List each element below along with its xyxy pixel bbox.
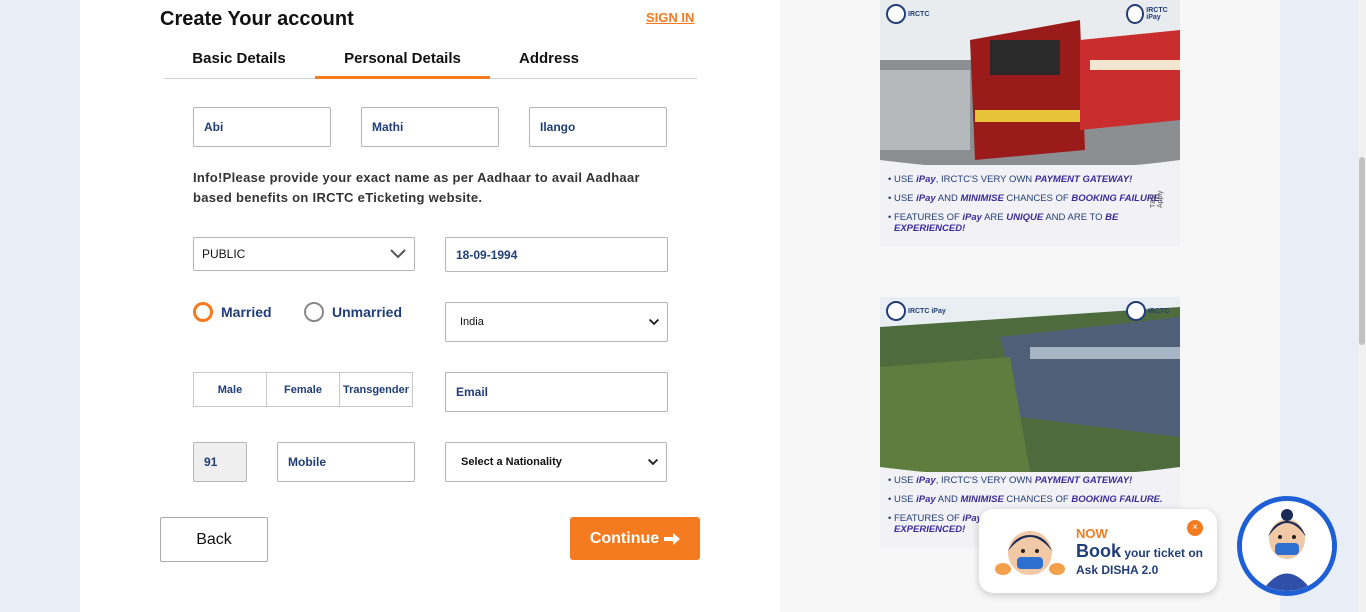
radio-unselected-icon [304,302,324,322]
train-platform-photo [880,0,1180,165]
disha-chatbot-avatar[interactable] [1237,496,1337,596]
ad-line-2: • USE iPay AND MINIMISE CHANCES OF BOOKI… [888,494,1163,505]
disha-promo-card[interactable]: NOW Book your ticket on Ask DISHA 2.0 × [979,509,1217,593]
radio-selected-icon [193,302,213,322]
email-field[interactable]: Email [445,372,668,412]
ad-line-1: • USE iPay, IRCTC'S VERY OWN PAYMENT GAT… [888,174,1133,185]
continue-button[interactable]: Continue [570,517,700,560]
married-radio[interactable]: Married [193,302,272,322]
tab-bar: Basic Details Personal Details Address [164,40,697,79]
ad-line-2: • USE iPay AND MINIMISE CHANCES OF BOOKI… [888,193,1163,204]
sign-in-link[interactable]: SIGN IN [646,10,694,25]
disha-now-text: NOW [1076,526,1108,541]
gender-transgender-option[interactable]: Transgender [340,373,412,406]
arrow-right-icon [664,532,681,545]
disha-mascot-icon [995,531,1065,575]
country-select[interactable]: India [445,302,668,342]
continue-label: Continue [589,529,660,547]
tc-apply-note: T&C Apply [1150,190,1164,208]
chevron-down-icon [649,318,659,326]
chevron-down-icon [390,249,406,259]
page-scrollbar[interactable] [1358,0,1366,612]
isd-code-field: 91 [193,442,247,482]
irctc-ipay-logo: IRCTC iPay [1126,4,1180,24]
disha-subtitle: Ask DISHA 2.0 [1076,563,1159,577]
middle-name-input[interactable]: Mathi [361,107,499,147]
occupation-value: PUBLIC [202,247,246,261]
ad-line-1: • USE iPay, IRCTC'S VERY OWN PAYMENT GAT… [888,475,1133,486]
married-label: Married [221,304,272,320]
disha-book-text: Book your ticket on [1076,541,1204,561]
last-name-input[interactable]: Ilango [529,107,667,147]
tab-basic-details[interactable]: Basic Details [164,40,314,79]
first-name-input[interactable]: Abi [193,107,331,147]
ad-line-4: EXPERIENCED! [894,524,966,535]
chevron-down-icon [648,458,658,466]
ad-line-4: EXPERIENCED! [894,223,966,234]
gender-male-option[interactable]: Male [194,373,267,406]
nationality-select[interactable]: Select a Nationality [445,442,667,482]
dob-input[interactable]: 18-09-1994 [445,237,668,272]
ad-line-3: • FEATURES OF iPay ARE UNIQUE AND ARE TO… [888,212,1119,223]
aadhaar-info-text: Info!Please provide your exact name as p… [193,170,640,205]
gender-segmented-control: Male Female Transgender [193,372,413,407]
ad-line-3: • FEATURES OF iPay [888,513,982,524]
gender-female-option[interactable]: Female [267,373,340,406]
nationality-value: Select a Nationality [461,456,562,468]
disha-avatar-icon [1242,501,1332,591]
train-greenery-photo [880,297,1180,472]
unmarried-radio[interactable]: Unmarried [304,302,402,322]
close-icon[interactable]: × [1187,520,1203,536]
irctc-ipay-logo: IRCTC iPay [886,301,946,321]
back-button[interactable]: Back [160,517,268,562]
irctc-logo: IRCTC [1126,301,1169,321]
ipay-ad-top[interactable]: IRCTC IRCTC iPay • USE iPay, IRCTC'S VER… [880,0,1180,246]
tab-personal-details[interactable]: Personal Details [315,40,490,79]
country-value: India [460,316,484,328]
unmarried-label: Unmarried [332,304,403,320]
tab-address[interactable]: Address [490,40,608,79]
mobile-field[interactable]: Mobile [277,442,415,482]
page-title: Create Your account [160,8,354,30]
occupation-select[interactable]: PUBLIC [193,237,415,271]
irctc-logo: IRCTC [886,4,929,24]
scrollbar-thumb[interactable] [1359,157,1365,345]
